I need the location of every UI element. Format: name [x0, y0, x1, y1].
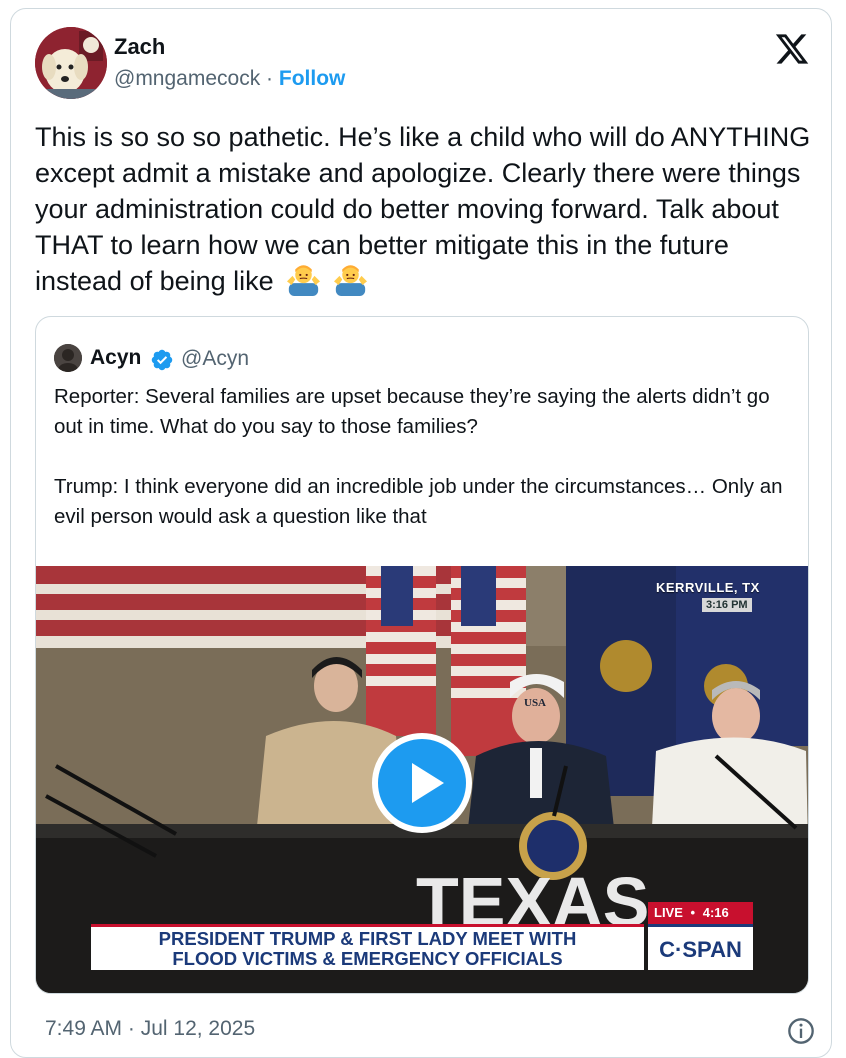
quoted-text: Reporter: Several families are upset bec… [54, 382, 794, 532]
author-meta: @mngamecock · Follow [114, 67, 345, 91]
chyron-text: PRESIDENT TRUMP & FIRST LADY MEET WITH F… [91, 929, 644, 969]
verified-badge-icon [151, 349, 173, 371]
network-logo: C·SPAN [648, 924, 753, 970]
author-avatar[interactable] [35, 27, 107, 99]
info-icon[interactable] [787, 1017, 815, 1045]
person-avatar-icon [54, 344, 82, 372]
tweet-text: This is so so so pathetic. He’s like a c… [35, 119, 815, 299]
quoted-avatar[interactable] [54, 344, 82, 372]
quoted-author-handle[interactable]: @Acyn [181, 347, 249, 371]
play-icon[interactable] [372, 733, 472, 833]
follow-button[interactable]: Follow [279, 67, 346, 90]
chyron-line-2: FLOOD VICTIMS & EMERGENCY OFFICIALS [172, 948, 563, 969]
author-name[interactable]: Zach [114, 34, 165, 60]
video-player[interactable]: TEXAS USA KERRVILLE, TX 3:16 PM PRESIDEN… [36, 566, 808, 993]
tweet-card: Zach @mngamecock · Follow This is so so … [10, 8, 832, 1058]
author-handle[interactable]: @mngamecock [114, 67, 260, 90]
meta-separator: · [266, 67, 274, 90]
quoted-paragraph-trump: Trump: I think everyone did an incredibl… [54, 475, 783, 528]
x-logo-icon[interactable] [774, 31, 810, 67]
video-location: KERRVILLE, TX [656, 580, 760, 595]
quoted-tweet[interactable]: Acyn @Acyn Reporter: Several families ar… [35, 316, 809, 994]
video-local-time: 3:16 PM [702, 598, 752, 612]
tweet-timestamp[interactable]: 7:49 AM · Jul 12, 2025 [45, 1017, 255, 1041]
live-tag: LIVE • 4:16 [648, 902, 753, 924]
tweet-body: This is so so so pathetic. He’s like a c… [35, 122, 811, 296]
quoted-author-name[interactable]: Acyn [90, 346, 141, 370]
live-label: LIVE [654, 905, 683, 920]
chyron-line-1: PRESIDENT TRUMP & FIRST LADY MEET WITH [158, 928, 577, 949]
cap-text: USA [524, 697, 546, 709]
live-time: 4:16 [702, 905, 729, 920]
man-shrugging-emoji [287, 265, 321, 296]
dog-avatar-icon [35, 27, 107, 99]
quoted-paragraph-reporter: Reporter: Several families are upset bec… [54, 385, 770, 438]
man-shrugging-emoji [333, 265, 367, 296]
video-chyron: PRESIDENT TRUMP & FIRST LADY MEET WITH F… [91, 924, 644, 970]
